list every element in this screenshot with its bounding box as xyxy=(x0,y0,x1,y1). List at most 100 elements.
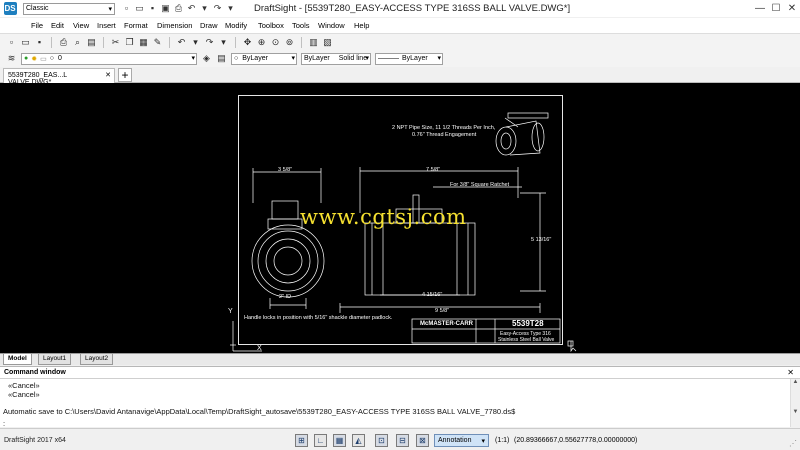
annotation-scale-select[interactable]: Annotation ▾ xyxy=(434,434,489,447)
dimension-7-5-8: 7 5/8" xyxy=(426,167,441,173)
print-icon[interactable]: ⎙ xyxy=(173,3,184,14)
open-icon[interactable]: ▭ xyxy=(20,37,31,48)
open-folder-icon[interactable]: ▭ xyxy=(134,3,145,14)
cut-icon[interactable]: ✂ xyxy=(110,37,121,48)
properties-icon[interactable]: ▥ xyxy=(308,37,319,48)
toolbar-separator xyxy=(103,36,104,48)
command-prompt[interactable]: : xyxy=(3,419,5,428)
lineweight-line-icon: ——— xyxy=(378,55,399,62)
close-icon[interactable]: ✕ xyxy=(784,0,800,17)
redo-dropdown-icon[interactable]: ▾ xyxy=(225,3,236,14)
zoom-fit-icon[interactable]: ⊚ xyxy=(284,37,295,48)
menu-window[interactable]: Window xyxy=(318,21,345,30)
menu-bar: File Edit View Insert Format Dimension D… xyxy=(0,18,800,33)
document-tab[interactable]: 5539T280_EAS...L VALVE.DWG* ✕ xyxy=(3,68,115,86)
redo-dropdown-icon[interactable]: ▾ xyxy=(218,37,229,48)
menu-toolbox[interactable]: Toolbox xyxy=(258,21,284,30)
drawing-canvas[interactable]: 2 NPT Pipe Size, 11 1/2 Threads Per Inch… xyxy=(0,83,800,353)
quick-access-toolbar: ▫ ▭ ▪ ▣ ⎙ ↶ ▾ ↷ ▾ xyxy=(121,3,236,14)
undo-dropdown-icon[interactable]: ▾ xyxy=(199,3,210,14)
menu-modify[interactable]: Modify xyxy=(225,21,247,30)
command-line: «Cancel» xyxy=(8,390,40,399)
undo-icon[interactable]: ↶ xyxy=(186,3,197,14)
minimize-icon[interactable]: — xyxy=(752,0,768,17)
new-tab-button[interactable]: + xyxy=(118,68,132,82)
maximize-icon[interactable]: ☐ xyxy=(768,0,784,17)
copy-icon[interactable]: ❐ xyxy=(124,37,135,48)
undo-icon[interactable]: ↶ xyxy=(176,37,187,48)
command-window-header: Command window ✕ xyxy=(0,366,800,379)
undo-dropdown-icon[interactable]: ▾ xyxy=(190,37,201,48)
new-file-icon[interactable]: ▫ xyxy=(121,3,132,14)
linetype-select[interactable]: ByLayer Solid line ▾ xyxy=(301,52,371,65)
print-icon[interactable]: ⎙ xyxy=(58,37,69,48)
scroll-up-icon[interactable]: ▲ xyxy=(791,379,800,385)
window-title: DraftSight - [5539T280_EASY-ACCESS TYPE … xyxy=(254,3,571,14)
menu-format[interactable]: Format xyxy=(124,21,148,30)
etrack-icon[interactable]: ⊟ xyxy=(396,434,409,447)
chevron-down-icon: ▾ xyxy=(365,54,369,62)
new-icon[interactable]: ▫ xyxy=(6,37,17,48)
watermark-text: www.cgtsj.com xyxy=(300,205,467,229)
polar-icon[interactable]: ◭ xyxy=(352,434,365,447)
save-icon[interactable]: ▪ xyxy=(147,3,158,14)
color-select[interactable]: ○ ByLayer ▾ xyxy=(231,52,297,65)
grid-icon[interactable]: ▦ xyxy=(333,434,346,447)
callout-thread-note-2: 0.76" Thread Engagement xyxy=(412,132,477,138)
menu-edit[interactable]: Edit xyxy=(51,21,64,30)
resize-grip-icon[interactable]: ⋰ xyxy=(789,439,797,448)
layer-toolbar: ≋ ● ✹ ▭ ○ 0 ▾ ◈ ▤ ○ ByLayer ▾ ByLayer So… xyxy=(0,50,800,67)
layer-previous-icon[interactable]: ◈ xyxy=(201,53,212,64)
layer-on-icon: ● xyxy=(24,55,29,62)
zoom-window-icon[interactable]: ⊙ xyxy=(270,37,281,48)
redo-icon[interactable]: ↷ xyxy=(212,3,223,14)
layer-select[interactable]: ● ✹ ▭ ○ 0 ▾ xyxy=(21,52,197,65)
tab-layout1[interactable]: Layout1 xyxy=(38,354,72,365)
menu-draw[interactable]: Draw xyxy=(200,21,218,30)
tab-layout2[interactable]: Layout2 xyxy=(80,354,114,365)
layer-state-icon[interactable]: ▤ xyxy=(216,53,227,64)
close-icon[interactable]: ✕ xyxy=(787,368,794,377)
design-resources-icon[interactable]: ▧ xyxy=(322,37,333,48)
menu-insert[interactable]: Insert xyxy=(97,21,116,30)
workspace-select[interactable]: Classic ▾ xyxy=(23,2,115,15)
match-properties-icon[interactable]: ✎ xyxy=(152,37,163,48)
save-icon[interactable]: ▪ xyxy=(34,37,45,48)
layer-freeze-icon: ✹ xyxy=(31,55,38,63)
lineweight-select[interactable]: ——— ByLayer ▾ xyxy=(375,52,443,65)
valve-front-view xyxy=(339,167,546,313)
menu-help[interactable]: Help xyxy=(354,21,369,30)
tab-model[interactable]: Model xyxy=(3,354,32,365)
layer-manager-icon[interactable]: ≋ xyxy=(6,53,17,64)
quick-input-icon[interactable]: ⊠ xyxy=(416,434,429,447)
menu-dimension[interactable]: Dimension xyxy=(157,21,192,30)
command-scrollbar[interactable]: ▲ ▼ xyxy=(790,379,800,427)
command-window-history[interactable]: «Cancel» «Cancel» Automatic save to C:\U… xyxy=(0,379,790,428)
linetype-value: ByLayer xyxy=(304,55,330,62)
esnap-icon[interactable]: ⊡ xyxy=(375,434,388,447)
annotation-label: Annotation xyxy=(438,437,472,444)
snap-icon[interactable]: ⊞ xyxy=(295,434,308,447)
scroll-down-icon[interactable]: ▼ xyxy=(791,409,800,415)
valve-side-view xyxy=(251,168,325,309)
redo-icon[interactable]: ↷ xyxy=(204,37,215,48)
app-logo[interactable]: DS xyxy=(0,0,20,17)
tab-close-icon[interactable]: ✕ xyxy=(105,71,111,79)
cursor-pickbox-icon xyxy=(567,340,574,347)
app-version: DraftSight 2017 x64 xyxy=(4,437,66,444)
title-block-description-2: Stainless Steel Ball Valve xyxy=(498,337,555,343)
command-line: «Cancel» xyxy=(8,381,40,390)
pan-icon[interactable]: ✥ xyxy=(242,37,253,48)
ortho-icon[interactable]: ∟ xyxy=(314,434,327,447)
layer-lock-icon: ▭ xyxy=(40,55,47,63)
zoom-realtime-icon[interactable]: ⊕ xyxy=(256,37,267,48)
menu-view[interactable]: View xyxy=(73,21,89,30)
save-as-icon[interactable]: ▣ xyxy=(160,3,171,14)
print-preview-icon[interactable]: ⌕ xyxy=(72,37,83,48)
menu-tools[interactable]: Tools xyxy=(292,21,310,30)
publish-icon[interactable]: ▤ xyxy=(86,37,97,48)
paste-icon[interactable]: ▦ xyxy=(138,37,149,48)
layer-color-icon: ○ xyxy=(49,55,54,62)
dimension-3-5-8: 3 5/8" xyxy=(278,167,293,173)
menu-file[interactable]: File xyxy=(31,21,43,30)
